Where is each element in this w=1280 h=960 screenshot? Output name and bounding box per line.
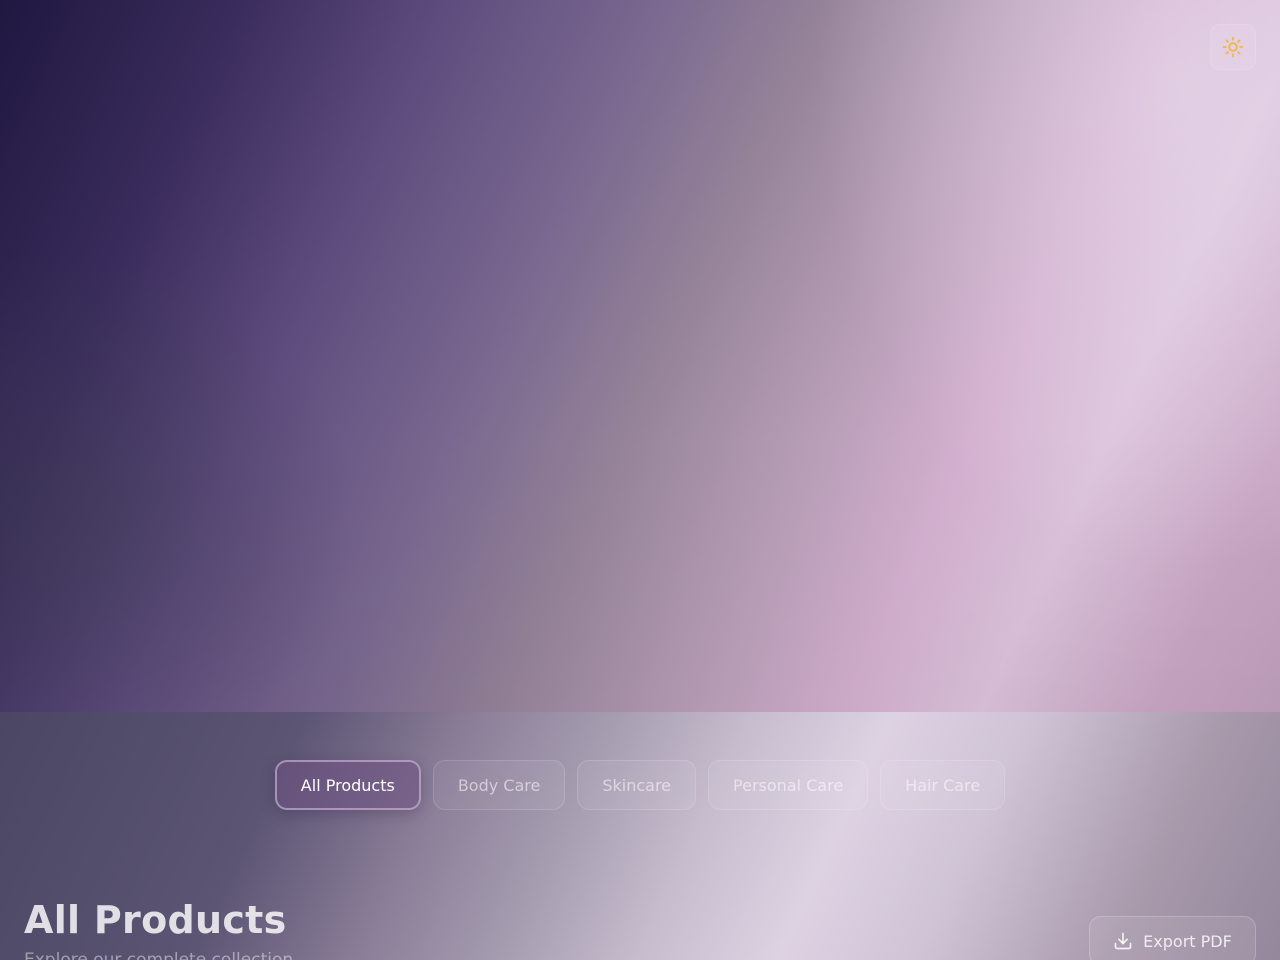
sun-icon <box>1222 36 1244 58</box>
theme-toggle-button[interactable] <box>1210 24 1256 70</box>
section-title: All Products <box>24 898 287 942</box>
filter-label: All Products <box>300 775 395 795</box>
filter-label: Body Care <box>457 775 541 795</box>
filter-skincare[interactable]: Skincare <box>577 760 697 810</box>
filter-personal-care[interactable]: Personal Care <box>708 760 869 810</box>
category-filters: All Products Body Care Skincare Personal… <box>0 760 1280 810</box>
export-label: Export PDF <box>1143 931 1232 951</box>
filter-label: Personal Care <box>733 775 844 795</box>
filter-hair-care[interactable]: Hair Care <box>880 760 1006 810</box>
filter-label: Hair Care <box>905 775 981 795</box>
hero-banner <box>0 0 1280 712</box>
download-icon <box>1114 932 1132 950</box>
filter-all-products[interactable]: All Products <box>274 760 421 810</box>
filter-label: Skincare <box>602 775 672 795</box>
export-pdf-button[interactable]: Export PDF <box>1089 916 1256 960</box>
section-subtitle: Explore our complete collection <box>24 950 294 960</box>
filter-body-care[interactable]: Body Care <box>432 760 566 810</box>
page: All Products Body Care Skincare Personal… <box>0 0 1280 960</box>
